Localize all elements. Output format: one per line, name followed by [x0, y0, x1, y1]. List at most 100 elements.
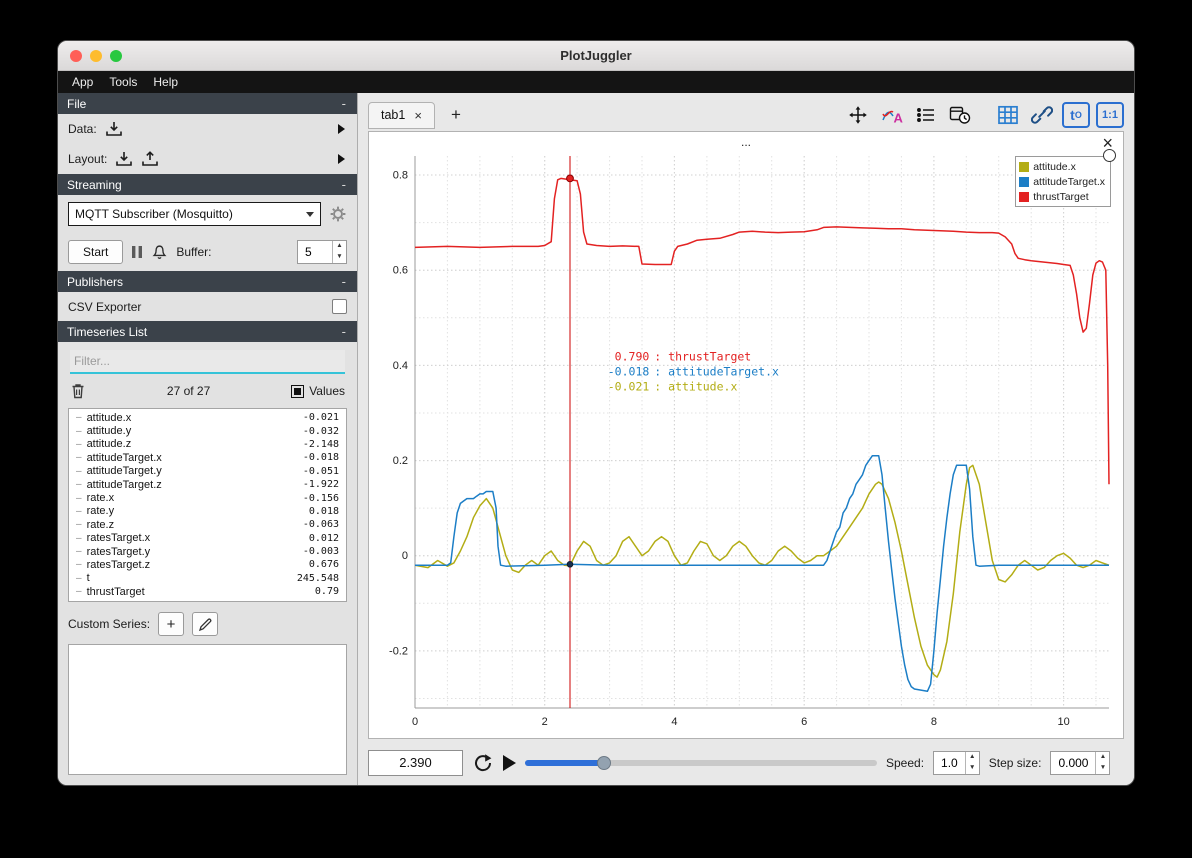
legend-label: thrustTarget [1033, 190, 1089, 203]
csv-exporter-checkbox[interactable] [332, 299, 347, 314]
load-data-icon[interactable] [105, 121, 123, 137]
maximize-window-button[interactable] [110, 49, 122, 62]
timeseries-item[interactable]: – rate.z -0.063 [69, 518, 346, 531]
svg-text:6: 6 [801, 716, 807, 728]
legend-swatch [1019, 161, 1030, 172]
timeseries-value: 0.012 [308, 532, 339, 544]
collapse-timeseries-button[interactable]: - [340, 324, 348, 339]
add-tab-button[interactable]: + [447, 105, 465, 125]
timeseries-item[interactable]: – ratesTarget.x 0.012 [69, 532, 346, 545]
close-window-button[interactable] [70, 49, 82, 62]
csv-exporter-label: CSV Exporter [68, 299, 142, 314]
legend-item[interactable]: thrustTarget [1019, 189, 1105, 204]
timeseries-item[interactable]: – attitudeTarget.z -1.922 [69, 478, 346, 491]
trash-icon[interactable] [70, 382, 86, 400]
timeseries-item[interactable]: – thrustTarget 0.79 [69, 585, 346, 598]
layout-menu-arrow[interactable] [338, 154, 345, 164]
step-down-arrow[interactable]: ▼ [1096, 763, 1109, 774]
tree-branch: – [76, 452, 82, 464]
chart: 0 2 4 6 8 10 -0.2 0 0.2 0.4 0.6 0.8 0.790: thrustTar… [389, 156, 1110, 728]
timeseries-item[interactable]: – t 245.548 [69, 572, 346, 585]
legend-item[interactable]: attitudeTarget.x [1019, 174, 1105, 189]
values-toggle[interactable]: Values [291, 384, 345, 398]
pause-icon[interactable] [131, 245, 143, 259]
timeseries-item[interactable]: – ratesTarget.z 0.676 [69, 558, 346, 571]
slider-track[interactable] [525, 759, 877, 766]
streaming-settings-gear-icon[interactable] [329, 205, 347, 223]
current-time-display[interactable]: 2.390 [368, 749, 463, 776]
menu-app[interactable]: App [64, 73, 101, 91]
timeseries-item[interactable]: – attitudeTarget.x -0.018 [69, 451, 346, 464]
section-timeseries-header[interactable]: Timeseries List - [58, 321, 357, 342]
legend-item[interactable]: attitude.x [1019, 159, 1105, 174]
collapse-file-button[interactable]: - [340, 96, 348, 111]
time-offset-icon[interactable]: tO [1062, 102, 1090, 128]
buffer-spinbox[interactable]: 5 ▲ ▼ [297, 240, 347, 264]
tab-close-icon[interactable]: × [414, 108, 422, 123]
load-layout-icon[interactable] [115, 151, 133, 167]
legend-toggle-circle[interactable] [1103, 149, 1116, 162]
timeseries-filter-input[interactable] [70, 350, 345, 374]
section-file-header[interactable]: File - [58, 93, 357, 114]
timeseries-item[interactable]: – attitudeTarget.y -0.051 [69, 465, 346, 478]
minimize-window-button[interactable] [90, 49, 102, 62]
legend-swatch [1019, 191, 1030, 202]
add-custom-series-button[interactable]: + [158, 612, 185, 636]
play-button[interactable] [503, 754, 516, 771]
curve-list-icon[interactable] [912, 102, 940, 128]
link-axes-icon[interactable] [1028, 102, 1056, 128]
timeseries-name: attitude.y [86, 425, 132, 438]
timeseries-item[interactable]: – rate.x -0.156 [69, 491, 346, 504]
datetime-icon[interactable] [946, 102, 974, 128]
tab-tab1[interactable]: tab1 × [368, 101, 435, 129]
svg-text:0: 0 [402, 550, 408, 562]
collapse-streaming-button[interactable]: - [340, 177, 348, 192]
timeseries-value: -0.032 [302, 425, 339, 437]
step-up-arrow[interactable]: ▲ [1096, 752, 1109, 763]
timeseries-list[interactable]: – attitude.x -0.021– attitude.y -0.032– attit… [68, 408, 347, 602]
ratio-1-1-icon[interactable]: 1:1 [1096, 102, 1124, 128]
pan-zoom-icon[interactable] [844, 102, 872, 128]
buffer-value: 5 [305, 245, 312, 259]
edit-custom-series-button[interactable] [192, 612, 219, 636]
plot-title[interactable]: ... [369, 135, 1123, 149]
section-publishers-header[interactable]: Publishers - [58, 271, 357, 292]
svg-text:0: 0 [412, 716, 418, 728]
loop-icon[interactable] [472, 753, 494, 773]
tree-branch: – [76, 546, 82, 558]
values-label: Values [309, 384, 345, 398]
notifications-bell-icon[interactable] [151, 244, 168, 261]
legend[interactable]: attitude.x attitudeTarget.x thrustTarget [1015, 156, 1111, 207]
slider-handle[interactable] [597, 755, 612, 770]
timeseries-name: attitudeTarget.x [86, 451, 162, 464]
menu-tools[interactable]: Tools [101, 73, 145, 91]
speed-up-arrow[interactable]: ▲ [966, 752, 979, 763]
timeseries-item[interactable]: – attitude.x -0.021 [69, 411, 346, 424]
section-streaming-header[interactable]: Streaming - [58, 174, 357, 195]
svg-text:0.6: 0.6 [393, 265, 408, 277]
buffer-label: Buffer: [176, 245, 212, 259]
timeseries-item[interactable]: – attitude.z -2.148 [69, 438, 346, 451]
collapse-publishers-button[interactable]: - [340, 274, 348, 289]
menu-help[interactable]: Help [145, 73, 186, 91]
start-streaming-button[interactable]: Start [68, 240, 124, 264]
svg-text:: thrustTarget: : thrustTarget [654, 350, 751, 364]
custom-series-panel[interactable] [68, 644, 347, 775]
data-menu-arrow[interactable] [338, 124, 345, 134]
buffer-down-arrow[interactable]: ▼ [333, 252, 346, 263]
grid-layout-icon[interactable] [994, 102, 1022, 128]
time-slider[interactable] [525, 753, 877, 773]
streaming-source-select[interactable]: MQTT Subscriber (Mosquitto) [68, 202, 321, 226]
speed-down-arrow[interactable]: ▼ [966, 763, 979, 774]
speed-spinbox[interactable]: 1.0 ▲ ▼ [933, 750, 980, 775]
save-layout-icon[interactable] [141, 151, 159, 167]
menubar: App Tools Help [58, 71, 1134, 93]
timeseries-item[interactable]: – ratesTarget.y -0.003 [69, 545, 346, 558]
step-size-spinbox[interactable]: 0.000 ▲ ▼ [1050, 750, 1111, 775]
curve-style-icon[interactable]: A [878, 102, 906, 128]
timeseries-item[interactable]: – rate.y 0.018 [69, 505, 346, 518]
buffer-up-arrow[interactable]: ▲ [333, 241, 346, 252]
plot-area[interactable]: 0 2 4 6 8 10 -0.2 0 0.2 0.4 0.6 0.8 0.790: thrustTar… [368, 131, 1124, 739]
timeseries-item[interactable]: – attitude.y -0.032 [69, 424, 346, 437]
timeseries-value: -0.018 [302, 452, 339, 464]
